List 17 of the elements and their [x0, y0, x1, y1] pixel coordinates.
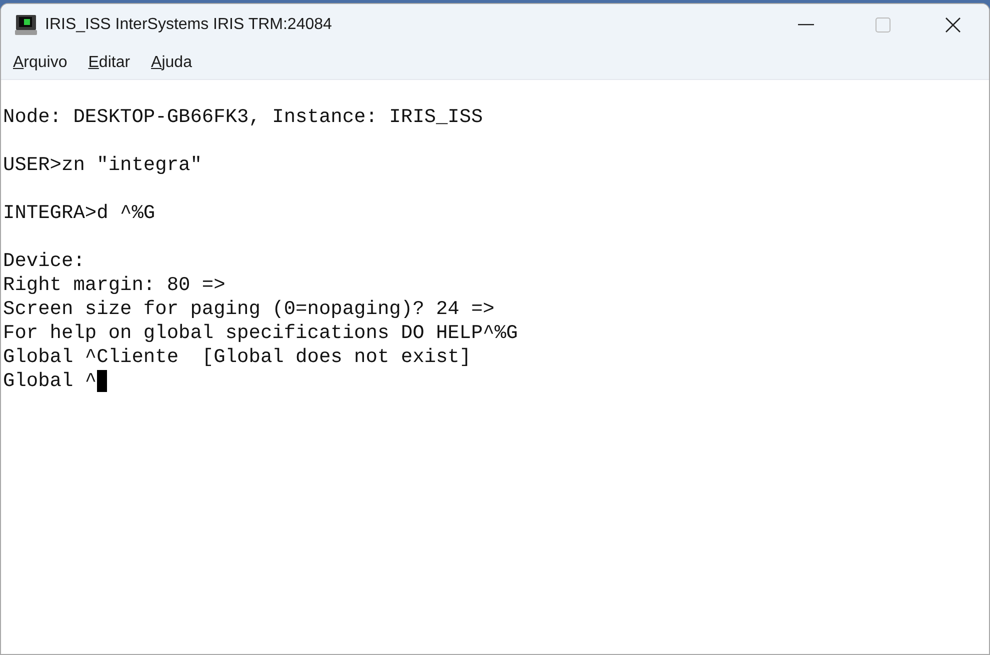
- terminal-line: USER>zn "integra": [3, 153, 202, 177]
- terminal-icon: [15, 15, 37, 35]
- terminal-line: Global ^Cliente [Global does not exist]: [3, 345, 472, 369]
- terminal-line: INTEGRA>d ^%G: [3, 201, 156, 225]
- terminal-line: Node: DESKTOP-GB66FK3, Instance: IRIS_ISS: [3, 105, 483, 129]
- terminal-line: For help on global specifications DO HELP^%G: [3, 321, 518, 345]
- close-icon: [945, 17, 961, 33]
- window-title: IRIS_ISS InterSystems IRIS TRM:24084: [45, 15, 332, 35]
- terminal-line: Device:: [3, 249, 85, 273]
- terminal-line: Right margin: 80 =>: [3, 273, 226, 297]
- terminal-line: Global ^: [3, 369, 97, 393]
- menu-item[interactable]: Editar: [88, 50, 130, 74]
- minimize-icon: [798, 24, 814, 26]
- menu-item[interactable]: Arquivo: [13, 50, 68, 74]
- menu-item[interactable]: Ajuda: [151, 50, 192, 74]
- terminal-line: Screen size for paging (0=nopaging)? 24 =>: [3, 297, 494, 321]
- maximize-icon: [875, 17, 891, 33]
